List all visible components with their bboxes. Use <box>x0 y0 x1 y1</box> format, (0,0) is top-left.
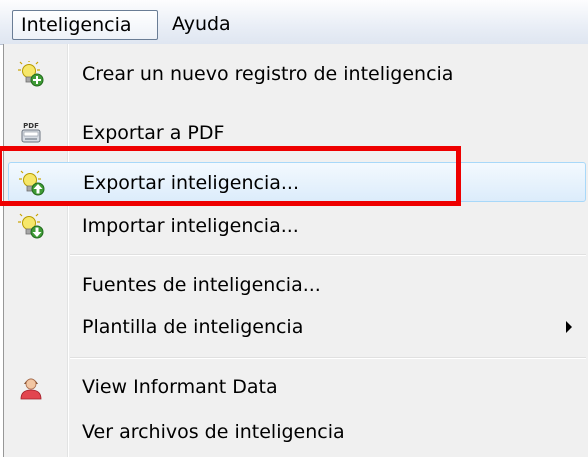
pdf-icon-text: PDF <box>23 122 39 130</box>
annotation-highlight-box <box>0 146 461 206</box>
menu-item-fuentes-inteligencia[interactable]: Fuentes de inteligencia... <box>8 265 586 305</box>
screenshot-stage: Inteligencia Ayuda Crear un nuevo regist… <box>0 0 588 457</box>
menu-item-label: Plantilla de inteligencia <box>82 316 304 338</box>
menu-ayuda[interactable]: Ayuda <box>164 10 239 40</box>
menu-item-ver-archivos[interactable]: Ver archivos de inteligencia <box>8 412 586 452</box>
menu-inteligencia[interactable]: Inteligencia <box>12 10 158 40</box>
menu-bar: Inteligencia Ayuda <box>0 0 588 45</box>
submenu-arrow-icon <box>566 321 572 333</box>
menu-item-crear-registro[interactable]: Crear un nuevo registro de inteligencia <box>8 54 586 94</box>
menu-item-label: View Informant Data <box>82 376 278 398</box>
menu-item-label: Ver archivos de inteligencia <box>82 421 345 443</box>
pdf-icon: PDF <box>21 122 41 143</box>
inteligencia-dropdown-menu: Crear un nuevo registro de inteligencia … <box>3 44 588 457</box>
person-icon <box>20 378 42 400</box>
menu-item-label: Crear un nuevo registro de inteligencia <box>82 63 454 85</box>
menu-item-view-informant-data[interactable]: View Informant Data <box>8 367 586 407</box>
menu-item-plantilla-inteligencia[interactable]: Plantilla de inteligencia <box>8 307 586 347</box>
menu-separator <box>70 254 586 256</box>
bulb-import-icon <box>18 213 44 239</box>
bulb-add-icon <box>18 61 44 87</box>
menu-item-label: Importar inteligencia... <box>82 215 299 237</box>
menu-item-importar-inteligencia[interactable]: Importar inteligencia... <box>8 206 586 246</box>
menu-separator <box>70 357 586 359</box>
menu-item-label: Fuentes de inteligencia... <box>82 274 321 296</box>
